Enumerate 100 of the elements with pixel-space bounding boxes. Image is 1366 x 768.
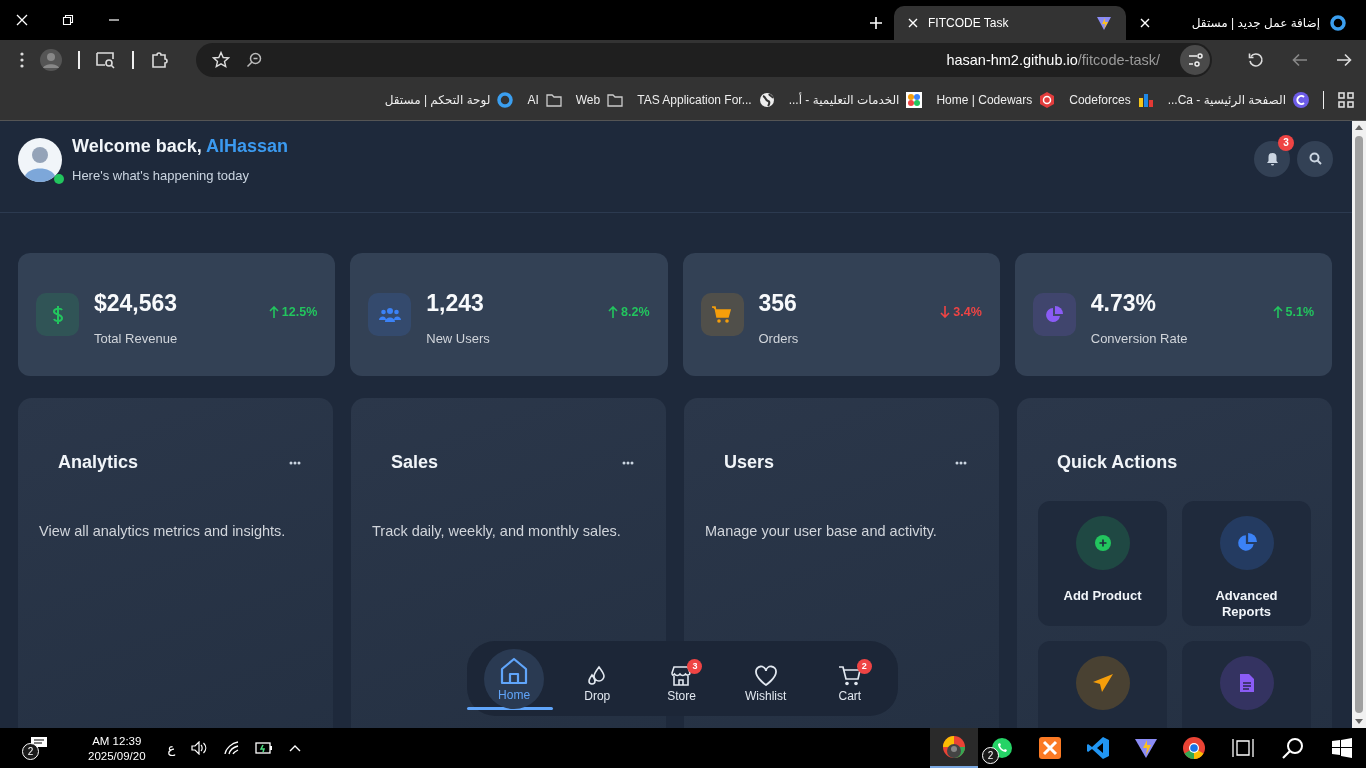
- bookmark[interactable]: TAS Application For...: [637, 92, 775, 108]
- card-text: Manage your user base and activity.: [705, 523, 938, 539]
- card-title: Quick Actions: [1057, 452, 1178, 473]
- reload-icon[interactable]: [1248, 52, 1264, 68]
- search-button[interactable]: [1297, 140, 1333, 177]
- language-indicator[interactable]: ع: [167, 740, 176, 756]
- scrollbar[interactable]: [1352, 121, 1366, 728]
- browser-tab[interactable]: إضافة عمل جديد | مستقل: [1126, 6, 1366, 40]
- folder-icon: [607, 93, 624, 107]
- tab-title: FITCODE Task: [928, 16, 1010, 30]
- zoom-icon[interactable]: [246, 52, 262, 68]
- bookmark[interactable]: Web: [575, 93, 624, 107]
- store-icon: [670, 664, 693, 687]
- nav-item[interactable]: 2 Cart: [812, 654, 887, 703]
- folder-icon: [545, 93, 562, 107]
- bookmark[interactable]: Codeforces: [1069, 92, 1154, 108]
- arrow-right-icon[interactable]: [1336, 53, 1352, 67]
- search-icon: [1308, 152, 1322, 165]
- count-badge: 3: [687, 658, 703, 674]
- scroll-up-icon[interactable]: [1355, 125, 1363, 130]
- nav-item[interactable]: 3 Store: [644, 654, 719, 703]
- bookmark[interactable]: AI: [527, 93, 562, 107]
- tab-title: إضافة عمل جديد | مستقل: [1190, 16, 1320, 30]
- more-icon[interactable]: [289, 460, 301, 465]
- battery-icon[interactable]: [255, 742, 274, 754]
- menu-icon[interactable]: [20, 52, 24, 68]
- card-text: View all analytics metrics and insights.: [39, 523, 287, 539]
- stat-value: $24,563: [94, 290, 179, 317]
- puzzle-icon[interactable]: [150, 50, 170, 70]
- arrow-left-icon[interactable]: [1292, 53, 1308, 67]
- volume-icon[interactable]: [191, 741, 208, 755]
- quick-action-button[interactable]: Advanced Reports: [1182, 501, 1311, 626]
- cart-icon: [837, 664, 862, 687]
- card-text: Track daily, weekly, and monthly sales.: [372, 523, 622, 539]
- chat-bubble-icon: [990, 736, 1014, 760]
- c-logo-icon: [1293, 92, 1309, 108]
- site-settings-icon[interactable]: [1180, 45, 1210, 75]
- bookmark[interactable]: Home | Codewars: [936, 92, 1056, 108]
- star-icon[interactable]: [212, 51, 230, 69]
- bell-icon: [1265, 151, 1279, 166]
- stat-label: Conversion Rate: [1090, 331, 1189, 346]
- apps-grid-icon[interactable]: [1338, 92, 1354, 108]
- heart-icon: [753, 664, 778, 687]
- address-bar[interactable]: hasan-hm2.github.io/fitcode-task/: [196, 43, 1212, 77]
- windows-start-icon[interactable]: [1332, 738, 1352, 758]
- close-icon[interactable]: [1140, 18, 1150, 28]
- tab-search-icon[interactable]: [96, 51, 116, 69]
- bookmark[interactable]: لوحة التحكم | مستقل: [384, 92, 514, 108]
- bar-chart-icon: [1137, 92, 1154, 108]
- task-view-icon[interactable]: [1232, 738, 1254, 758]
- search-icon[interactable]: [1282, 737, 1304, 759]
- count-badge: 2: [982, 747, 999, 764]
- stat-change: 5.1%: [1285, 304, 1314, 319]
- new-tab-icon[interactable]: [870, 17, 882, 29]
- stat-value: 4.73%: [1090, 290, 1157, 317]
- browser-profile-app-icon[interactable]: [930, 728, 978, 768]
- lightning-icon: [1096, 15, 1112, 31]
- stat-label: Orders: [758, 331, 800, 346]
- card-title: Analytics: [58, 452, 139, 473]
- ring-icon: [497, 92, 514, 108]
- stat-change: 3.4%: [953, 304, 982, 319]
- chat-app-icon[interactable]: 2: [978, 728, 1026, 768]
- notifications-button[interactable]: [1254, 140, 1290, 177]
- stat-label: Total Revenue: [94, 331, 179, 346]
- card-title: Users: [724, 452, 775, 473]
- card-title: Sales: [391, 452, 439, 473]
- hexagon-icon: [1039, 92, 1056, 108]
- bookmark[interactable]: الخدمات التعليمية - أ...: [788, 92, 923, 108]
- welcome-title: Welcome back, AlHassan: [72, 136, 289, 157]
- close-icon[interactable]: [16, 14, 28, 26]
- count-badge: 2: [856, 658, 872, 674]
- avatar-icon: [18, 137, 62, 182]
- quick-action-button[interactable]: Add Product: [1038, 501, 1167, 626]
- notification-badge: 3: [1278, 134, 1294, 151]
- nav-item[interactable]: Drop: [560, 654, 635, 703]
- stat-value: 356: [758, 290, 798, 317]
- count-badge: 2: [22, 743, 39, 760]
- restore-icon[interactable]: [62, 14, 74, 26]
- browser-tab[interactable]: FITCODE Task: [894, 6, 1126, 40]
- nav-item[interactable]: Home: [484, 648, 545, 709]
- profile-avatar-icon[interactable]: [40, 49, 62, 71]
- globe-icon: [758, 92, 775, 108]
- close-icon[interactable]: [908, 18, 918, 28]
- nav-item[interactable]: Wishlist: [728, 654, 803, 703]
- chevron-up-icon[interactable]: [289, 744, 302, 752]
- clock[interactable]: AM 12:39 2025/09/20: [88, 734, 146, 762]
- home-icon: [499, 655, 530, 686]
- wifi-icon[interactable]: [223, 741, 240, 755]
- scroll-down-icon[interactable]: [1355, 719, 1363, 724]
- flower-icon: [906, 92, 923, 108]
- stat-change: 12.5%: [281, 304, 318, 319]
- stat-change: 8.2%: [621, 304, 650, 319]
- more-icon[interactable]: [955, 460, 967, 465]
- bookmark[interactable]: الصفحة الرئيسية - Ca...: [1167, 92, 1309, 108]
- stat-value: 1,243: [426, 290, 485, 317]
- url-text: hasan-hm2.github.io/fitcode-task/: [945, 52, 1160, 68]
- stat-label: New Users: [426, 331, 491, 346]
- welcome-subtitle: Here's what's happening today: [72, 168, 250, 183]
- more-icon[interactable]: [622, 460, 634, 465]
- ring-icon: [1330, 15, 1346, 31]
